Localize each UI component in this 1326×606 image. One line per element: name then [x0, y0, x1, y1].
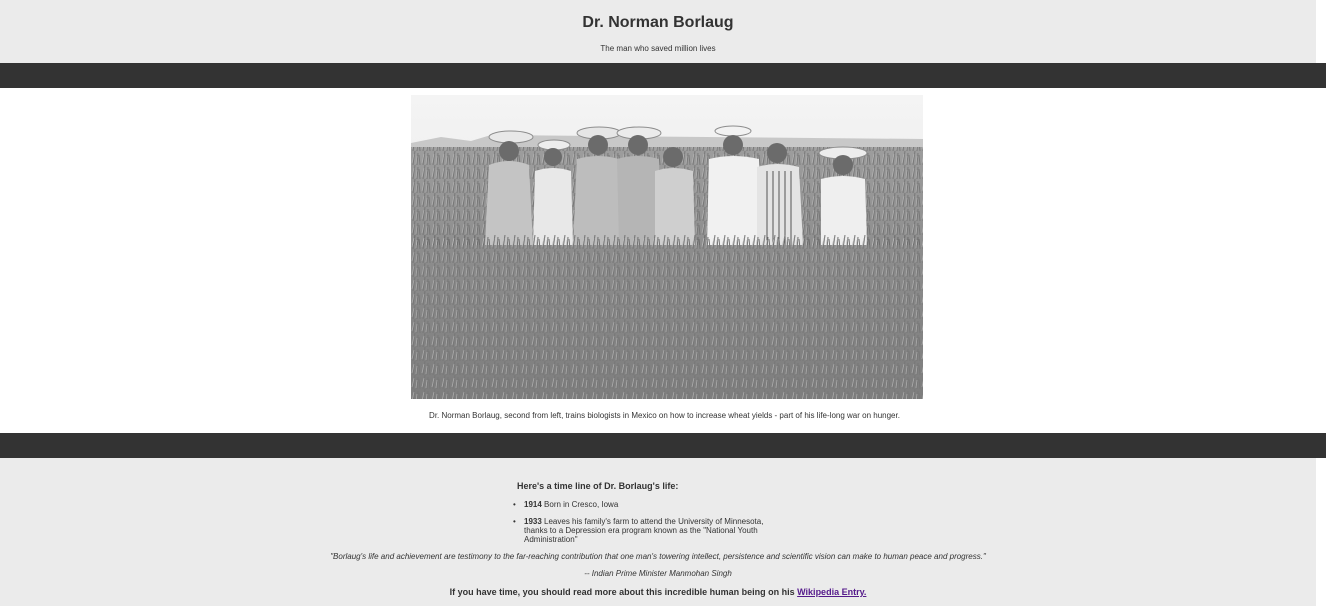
bottom-divider-band — [0, 433, 1326, 458]
borlaug-field-photo — [411, 95, 923, 399]
timeline-section: Here's a time line of Dr. Borlaug's life… — [0, 458, 1316, 606]
more-info-text: If you have time, you should read more a… — [449, 587, 795, 597]
bullet-icon: • — [513, 517, 516, 526]
page-header: Dr. Norman Borlaug The man who saved mil… — [0, 0, 1316, 63]
quote-text: "Borlaug's life and achievement are test… — [330, 552, 986, 561]
timeline-text: Born in Cresco, Iowa — [544, 500, 619, 509]
top-divider-band — [0, 63, 1326, 88]
timeline-item: • 1933 Leaves his family's farm to atten… — [513, 517, 774, 544]
timeline-year: 1933 — [524, 517, 542, 526]
timeline-heading: Here's a time line of Dr. Borlaug's life… — [517, 481, 679, 491]
bullet-icon: • — [513, 500, 516, 509]
timeline-text: Leaves his family's farm to attend the U… — [524, 517, 764, 544]
photo-panel: Dr. Norman Borlaug, second from left, tr… — [3, 88, 1326, 433]
wikipedia-link[interactable]: Wikipedia Entry. — [797, 587, 866, 597]
timeline-item: • 1914 Born in Cresco, Iowa — [513, 500, 774, 509]
timeline-list: • 1914 Born in Cresco, Iowa • 1933 Leave… — [513, 500, 774, 552]
quote-attribution: -- Indian Prime Minister Manmohan Singh — [584, 569, 732, 578]
page-subtitle: The man who saved million lives — [600, 44, 716, 53]
photo-caption: Dr. Norman Borlaug, second from left, tr… — [429, 411, 900, 420]
timeline-year: 1914 — [524, 500, 542, 509]
page-title: Dr. Norman Borlaug — [582, 14, 734, 31]
more-info-line: If you have time, you should read more a… — [0, 587, 1316, 597]
